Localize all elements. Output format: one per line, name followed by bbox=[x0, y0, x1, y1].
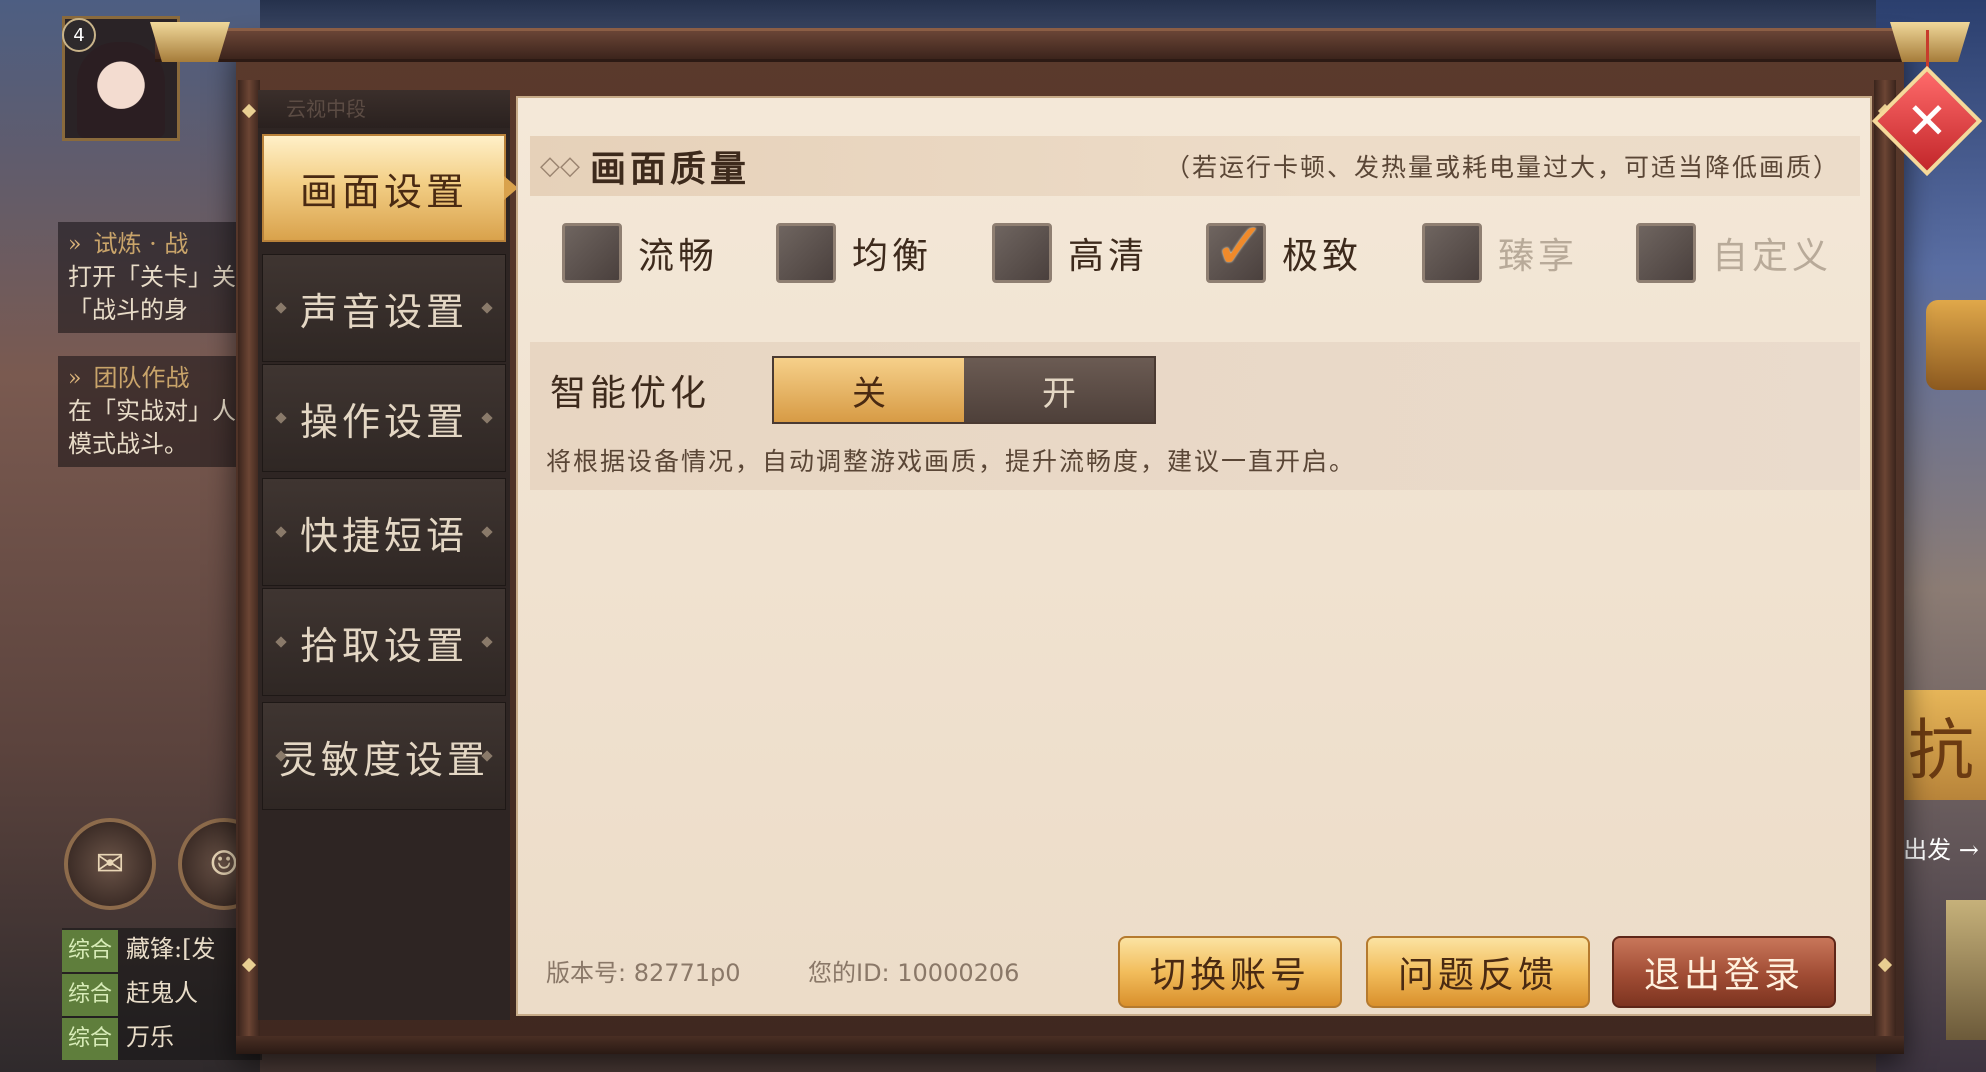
quality-hint: （若运行卡顿、发热量或耗电量过大，可适当降低画质） bbox=[1164, 153, 1840, 182]
chat-channel-tag: 综合 bbox=[62, 930, 119, 972]
frame-side-left bbox=[238, 80, 260, 1040]
checkbox bbox=[1636, 223, 1696, 283]
tab-label: 声音设置 bbox=[299, 289, 468, 334]
smart-optimization-section: 智能优化 关 开 将根据设备情况，自动调整游戏画质，提升流畅度，建议一直开启。 bbox=[530, 342, 1860, 490]
tab-label: 灵敏度设置 bbox=[278, 737, 489, 782]
quality-option-balanced[interactable]: 均衡 bbox=[776, 218, 932, 288]
switch-account-button[interactable]: 切换账号 bbox=[1118, 936, 1342, 1008]
settings-tab-list: 云视中段 画面设置 声音设置 操作设置 快捷短语 拾取设置 灵敏度设置 bbox=[258, 90, 518, 1020]
mail-button[interactable]: ✉ bbox=[64, 818, 156, 910]
chat-text: 藏锋:[发 bbox=[126, 935, 216, 963]
checkbox[interactable] bbox=[562, 223, 622, 283]
option-label: 高清 bbox=[1068, 236, 1149, 277]
version-label: 版本号: 82771p0 bbox=[546, 959, 741, 987]
tab-quick-phrases[interactable]: 快捷短语 bbox=[262, 478, 506, 586]
chat-text: 万乐 bbox=[126, 1023, 175, 1051]
tab-label: 快捷短语 bbox=[299, 513, 468, 558]
tab-strip-label: 云视中段 bbox=[258, 90, 510, 128]
task-title: 团队作战 bbox=[93, 364, 190, 392]
scroll-cap-left bbox=[150, 22, 230, 62]
diamond-icon bbox=[481, 412, 493, 424]
logout-button[interactable]: 退出登录 bbox=[1612, 936, 1836, 1008]
smart-optimization-toggle[interactable]: 关 开 bbox=[772, 356, 1156, 424]
frame-side-right bbox=[1874, 80, 1896, 1040]
chat-line: 综合 万乐 bbox=[62, 1016, 262, 1060]
chat-line: 综合 藏锋:[发 bbox=[62, 928, 262, 972]
option-label: 均衡 bbox=[852, 236, 933, 277]
task-title: 试炼 · 战 bbox=[93, 230, 189, 258]
diamond-icon bbox=[275, 526, 287, 538]
smart-optimization-description: 将根据设备情况，自动调整游戏画质，提升流畅度，建议一直开启。 bbox=[546, 447, 1357, 476]
diamond-icon bbox=[481, 302, 493, 314]
right-side-banner bbox=[1946, 900, 1986, 1040]
option-label: 流畅 bbox=[638, 236, 719, 277]
quality-option-ultra[interactable]: 极致 bbox=[1206, 210, 1363, 288]
player-level-badge: 4 bbox=[62, 18, 96, 52]
tab-label: 画面设置 bbox=[299, 169, 468, 214]
tab-sensitivity-settings[interactable]: 灵敏度设置 bbox=[262, 702, 506, 810]
user-id-label: 您的ID: 10000206 bbox=[808, 959, 1020, 987]
toggle-off-option[interactable]: 关 bbox=[774, 358, 964, 422]
diamond-icon bbox=[481, 526, 493, 538]
right-event-badge[interactable]: 抗 bbox=[1896, 690, 1986, 800]
diamond-icon bbox=[275, 636, 287, 648]
task-desc: 在「实战对」人模式战斗。 bbox=[68, 397, 236, 458]
tab-label: 拾取设置 bbox=[299, 623, 468, 668]
character-icon: ☺ bbox=[208, 844, 240, 884]
scroll-bottom-rod bbox=[236, 1036, 1904, 1054]
tab-pickup-settings[interactable]: 拾取设置 bbox=[262, 588, 506, 696]
option-label: 臻享 bbox=[1498, 236, 1579, 277]
checkbox[interactable] bbox=[992, 223, 1052, 283]
tab-sound-settings[interactable]: 声音设置 bbox=[262, 254, 506, 362]
quality-option-smooth[interactable]: 流畅 bbox=[562, 218, 718, 288]
double-diamond-icon: ◇◇ bbox=[540, 151, 580, 181]
toggle-on-option[interactable]: 开 bbox=[964, 358, 1154, 422]
quality-section-header: ◇◇ 画面质量 （若运行卡顿、发热量或耗电量过大，可适当降低画质） bbox=[530, 136, 1860, 196]
option-label: 极致 bbox=[1282, 236, 1363, 277]
chat-panel[interactable]: 综合 藏锋:[发 综合 赶鬼人 综合 万乐 bbox=[62, 928, 262, 1060]
checkbox-checked[interactable] bbox=[1206, 210, 1271, 284]
diamond-icon bbox=[275, 412, 287, 424]
chat-channel-tag: 综合 bbox=[62, 974, 119, 1016]
tab-label: 操作设置 bbox=[299, 399, 468, 444]
checkbox[interactable] bbox=[776, 223, 836, 283]
avatar-portrait bbox=[77, 42, 165, 138]
double-chevron-icon: » bbox=[68, 366, 82, 391]
quality-option-custom: 自定义 bbox=[1636, 218, 1832, 288]
task-desc: 打开「关卡」关「战斗的身 bbox=[68, 263, 236, 324]
scroll-cap-right bbox=[1890, 22, 1970, 62]
scroll-top-rod bbox=[155, 28, 1935, 62]
smart-optimization-label: 智能优化 bbox=[550, 373, 711, 414]
tab-control-settings[interactable]: 操作设置 bbox=[262, 364, 506, 472]
tab-display-settings[interactable]: 画面设置 bbox=[262, 134, 518, 242]
settings-content-panel: ◇◇ 画面质量 （若运行卡顿、发热量或耗电量过大，可适当降低画质） 流畅 均衡 … bbox=[516, 96, 1872, 1016]
quality-title: 画面质量 bbox=[590, 148, 751, 190]
mail-icon: ✉ bbox=[95, 844, 125, 884]
quality-option-premium: 臻享 bbox=[1422, 218, 1578, 288]
diamond-icon bbox=[481, 636, 493, 648]
right-side-ornament bbox=[1926, 300, 1986, 390]
quality-options: 流畅 均衡 高清 极致 臻享 自定义 bbox=[562, 210, 1862, 288]
double-chevron-icon: » bbox=[68, 232, 82, 257]
diamond-icon bbox=[275, 302, 287, 314]
feedback-button[interactable]: 问题反馈 bbox=[1366, 936, 1590, 1008]
checkbox bbox=[1422, 223, 1482, 283]
option-label: 自定义 bbox=[1712, 236, 1833, 277]
chat-line: 综合 赶鬼人 bbox=[62, 972, 262, 1016]
background-left-scene bbox=[0, 0, 260, 1072]
right-depart-label: 出发 → bbox=[1903, 836, 1979, 864]
chat-text: 赶鬼人 bbox=[126, 979, 199, 1007]
chat-channel-tag: 综合 bbox=[62, 1018, 119, 1060]
quality-option-hd[interactable]: 高清 bbox=[992, 218, 1148, 288]
